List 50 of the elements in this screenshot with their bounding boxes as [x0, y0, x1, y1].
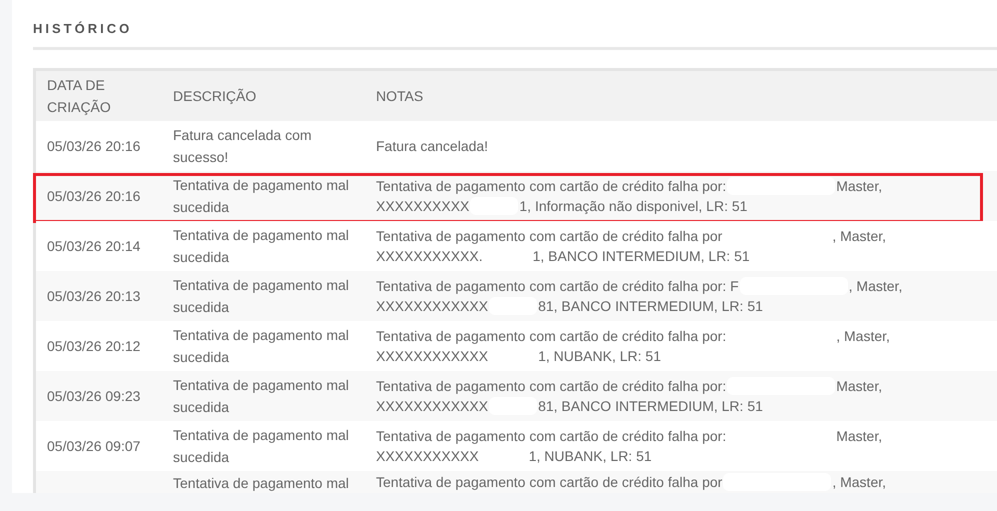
date-cell: 05/03/26 09:07 [47, 438, 140, 454]
note-text: XXXXXXXXXX [376, 197, 470, 216]
note-text: , Master, [848, 277, 902, 296]
table-row[interactable]: 05/03/26 20:13 Tentativa de pagamento mal sucedida Tentativa de pagamento com cartão de crédito falha por: F , Master, XXXXXXXXXXXX 81, BANCO INTERMEDIUM, LR: 51 [36, 271, 997, 321]
column-header: DESCRIÇÃO [173, 88, 256, 104]
note-text: 81, BANCO INTERMEDIUM, LR: 51 [538, 397, 763, 416]
description-cell: Tentativa de pagamento mal [173, 475, 349, 491]
note-text: 1, Informação não disponivel, LR: 51 [519, 197, 748, 216]
description-cell: Tentativa de pagamento mal sucedida [173, 227, 349, 265]
date-cell: 05/03/26 20:14 [47, 238, 140, 254]
note-text: XXXXXXXXXXX. [376, 247, 483, 266]
note-text: XXXXXXXXXXXX [376, 297, 488, 316]
table-row[interactable]: 05/03/26 09:23 Tentativa de pagamento mal sucedida Tentativa de pagamento com cartão de crédito falha por: Master, XXXXXXXXXXXX 81, BANCO INTERMEDIUM, LR: 51 [36, 371, 997, 421]
column-header: DATA DE CRIAÇÃO [47, 76, 112, 117]
column-header: NOTAS [376, 88, 424, 104]
note-text: Tentativa de pagamento com cartão de crédito falha por [376, 473, 722, 492]
note-text: Fatura cancelada! [376, 137, 488, 156]
date-cell: 05/03/26 20:13 [47, 288, 140, 304]
note-text: Tentativa de pagamento com cartão de crédito falha por: [376, 377, 726, 396]
note-text: Tentativa de pagamento com cartão de crédito falha por [376, 227, 722, 246]
description-cell: Tentativa de pagamento mal sucedida [173, 277, 349, 315]
note-text: , Master, [832, 227, 886, 246]
description-cell: Tentativa de pagamento mal sucedida [173, 327, 349, 365]
note-text: Master, [836, 177, 882, 196]
note-text: 81, BANCO INTERMEDIUM, LR: 51 [538, 297, 763, 316]
note-text: 1, NUBANK, LR: 51 [538, 347, 661, 366]
note-text: Master, [836, 377, 882, 396]
note-text: XXXXXXXXXXXX [376, 347, 488, 366]
note-text: , Master, [836, 327, 890, 346]
description-cell: Tentativa de pagamento mal sucedida [173, 177, 349, 215]
note-text: 1, BANCO INTERMEDIUM, LR: 51 [532, 247, 750, 266]
note-text: XXXXXXXXXXX [376, 447, 479, 466]
note-text: 1, NUBANK, LR: 51 [528, 447, 652, 466]
note-text: Master, [836, 427, 882, 446]
description-cell: Tentativa de pagamento mal sucedida [173, 427, 349, 465]
note-text: , Master, [832, 473, 886, 492]
note-text: XXXXXXXXXXXX [376, 397, 488, 416]
table-row[interactable]: Tentativa de pagamento mal Tentativa de pagamento com cartão de crédito falha por , Master, [36, 471, 997, 493]
section-title: HISTÓRICO [33, 20, 134, 38]
date-cell: 05/03/26 20:12 [47, 338, 140, 354]
note-text: Tentativa de pagamento com cartão de crédito falha por: F [376, 277, 739, 296]
table-row[interactable]: 05/03/26 20:16 Tentativa de pagamento mal sucedida Tentativa de pagamento com cartão de crédito falha por: Master, XXXXXXXXXX 1, Informação não disponivel, LR: 51 [36, 171, 997, 221]
note-text: Tentativa de pagamento com cartão de crédito falha por: [376, 177, 726, 196]
date-cell: 05/03/26 20:16 [47, 188, 140, 204]
description-cell: Fatura cancelada com sucesso! [173, 127, 312, 165]
description-cell: Tentativa de pagamento mal sucedida [173, 377, 349, 415]
note-text: Tentativa de pagamento com cartão de crédito falha por: [376, 327, 726, 346]
date-cell: 05/03/26 09:23 [47, 388, 140, 404]
note-text: Tentativa de pagamento com cartão de crédito falha por: [376, 427, 726, 446]
date-cell: 05/03/26 20:16 [47, 138, 140, 154]
